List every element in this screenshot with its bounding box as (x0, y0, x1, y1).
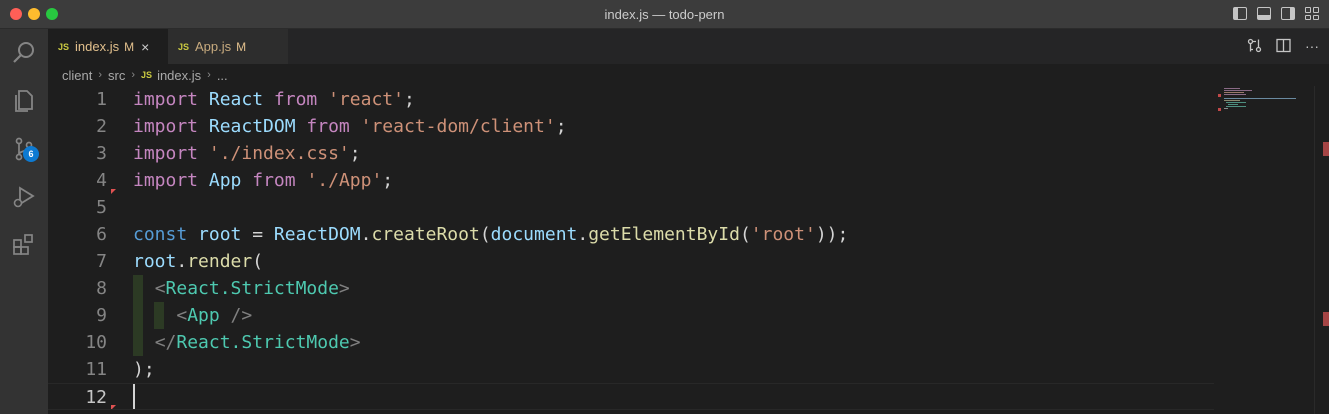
breadcrumb-file[interactable]: index.js (157, 68, 201, 83)
code-line: 9 <App /> (48, 302, 1214, 329)
code-line: 11 ); (48, 356, 1214, 383)
javascript-file-icon: JS (141, 70, 153, 80)
scrollbar-change-marker (1323, 312, 1329, 326)
vertical-scrollbar[interactable] (1314, 86, 1329, 414)
text-cursor (133, 384, 135, 409)
code-line: 8 <React.StrictMode> (48, 275, 1214, 302)
toggle-panel-icon[interactable] (1257, 7, 1271, 20)
line-number: 4 (96, 170, 107, 191)
code-editor[interactable]: 1 import React from 'react'; 2 import Re… (48, 86, 1214, 414)
breadcrumb: client › src › JS index.js › ... (48, 64, 1329, 86)
customize-layout-icon[interactable] (1305, 7, 1319, 20)
line-number: 2 (96, 116, 107, 137)
breadcrumb-src[interactable]: src (108, 68, 125, 83)
code-line-current: 12 (48, 383, 1214, 410)
chevron-right-icon: › (131, 69, 136, 81)
line-number: 8 (96, 278, 107, 299)
code-line: 10 </React.StrictMode> (48, 329, 1214, 356)
editor-actions: ··· (1247, 38, 1319, 56)
code-line: 7 root.render( (48, 248, 1214, 275)
line-number: 7 (96, 251, 107, 272)
title-bar: index.js — todo-pern (0, 0, 1329, 29)
tab-label: App.js (195, 39, 232, 54)
code-line: 3 import './index.css'; (48, 140, 1214, 167)
line-number: 3 (96, 143, 107, 164)
scrollbar-change-marker (1323, 142, 1329, 156)
code-line: 5 (48, 194, 1214, 221)
tab-label: index.js (75, 39, 120, 54)
line-number: 1 (96, 89, 107, 110)
search-icon[interactable] (0, 29, 48, 77)
close-tab-icon[interactable]: × (141, 39, 149, 55)
toggle-secondary-sidebar-icon[interactable] (1281, 7, 1295, 20)
modified-indicator: M (124, 39, 135, 54)
layout-controls (1233, 7, 1319, 20)
line-number: 10 (85, 332, 107, 353)
chevron-right-icon: › (98, 69, 103, 81)
toggle-primary-sidebar-icon[interactable] (1233, 7, 1247, 20)
extensions-icon[interactable] (0, 221, 48, 269)
line-number: 11 (85, 359, 107, 380)
code-line: 2 import ReactDOM from 'react-dom/client… (48, 113, 1214, 140)
line-number: 9 (96, 305, 107, 326)
code-line: 4 import App from './App'; (48, 167, 1214, 194)
tab-index-js[interactable]: JS index.js M × (48, 29, 168, 64)
javascript-file-icon: JS (178, 41, 190, 52)
run-debug-icon[interactable] (0, 173, 48, 221)
open-changes-icon[interactable] (1247, 38, 1262, 56)
more-actions-icon[interactable]: ··· (1305, 38, 1319, 56)
explorer-icon[interactable] (0, 77, 48, 125)
split-editor-icon[interactable] (1276, 38, 1291, 56)
breadcrumb-symbol[interactable]: ... (217, 68, 228, 83)
editor-tab-bar: JS index.js M × JS App.js M ··· (48, 29, 1329, 64)
tab-app-js[interactable]: JS App.js M (168, 29, 288, 64)
minimap[interactable] (1214, 86, 1314, 414)
line-number: 12 (85, 387, 107, 408)
window-title: index.js — todo-pern (604, 7, 725, 22)
source-control-icon[interactable]: 6 (0, 125, 48, 173)
breadcrumb-client[interactable]: client (62, 68, 92, 83)
code-line: 1 import React from 'react'; (48, 86, 1214, 113)
line-number: 6 (96, 224, 107, 245)
code-line: 6 const root = ReactDOM.createRoot(docum… (48, 221, 1214, 248)
javascript-file-icon: JS (58, 41, 70, 52)
chevron-right-icon: › (207, 69, 211, 81)
modified-indicator: M (236, 39, 247, 54)
source-control-badge: 6 (23, 146, 39, 162)
line-number: 5 (96, 197, 107, 218)
activity-bar: 6 (0, 29, 48, 414)
